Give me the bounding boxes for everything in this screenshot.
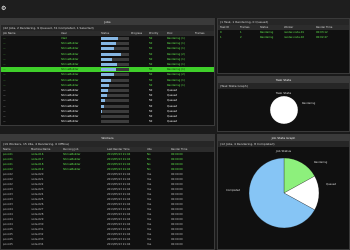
job-progress-bar [101,115,129,118]
task-row[interactable]: 1 2 Rendering render-node-02 00:02:47 [218,35,349,40]
tasks-table-body: 0 1 Rendering render-node-01 00:03:12 1 2 Rende… [218,30,349,73]
task-id: 1 [220,36,222,40]
job-user: ShrineBuilder [61,120,79,124]
worker-idle: Yes [147,243,152,246]
task-status: Rendering [260,36,274,40]
job-progress-bar [101,104,129,108]
job-state-panel: Job State Graph (12 Jobs, 4 Rendering, 8… [217,134,350,250]
job-progress-bar [101,47,129,51]
task-state-bar: (Task State Graph) [218,83,349,89]
job-progress-bar [101,78,129,82]
job-progress-bar [101,37,129,40]
job-name: ... [3,120,6,124]
worker-render-time: 00:00:00 [171,243,183,246]
job-progress-bar [101,73,129,77]
job-progress-bar [101,57,129,61]
job-progress-bar [101,89,129,92]
pie-label-rendering: Rendering [314,160,328,164]
task-state-pie: Rendering [269,95,316,125]
worker-row[interactable]: pool-05 node-034 2013/05/13 21:04 Yes 00:00:… [1,242,214,247]
gear-icon[interactable]: ⚙ [1,6,6,12]
job-progress-bar [101,94,129,98]
task-state-slice-rendering [269,95,299,125]
job-row[interactable]: ... ShrineBuilder 50 Queued [1,119,214,124]
job-progress-bar [101,99,129,103]
worker-last-render: 2013/05/13 21:04 [107,243,131,246]
pie-label-completed: Completed [226,188,241,192]
job-progress-bar [101,109,129,113]
workers-panel: Workers (19 Workers, 15 Idle, 4 Renderin… [0,134,215,250]
pie-label-queued: Queued [326,182,337,186]
jobs-panel: Jobs (42 Jobs, 2 Rendering, 9 Queued, 31… [0,18,215,126]
task-state-legend: Rendering [302,101,316,105]
jobs-table-body: ... Vlad 50 Rendering (1)... ShrineBuilder 50… [1,36,214,125]
top-toolbar: ⚙ [0,0,350,18]
job-progress-bar [101,52,129,56]
task-state-panel: Task State (Task State Graph) Task State… [217,76,350,132]
job-state-pie: Rendering Queued Completed [226,157,337,229]
worker-machine: node-034 [31,243,44,246]
job-priority: 50 [149,120,153,124]
job-progress-bar [101,63,129,66]
job-state-bar: (12 Jobs, 4 Rendering, 8 Completed) [218,141,349,147]
tasks-panel: (1 Task, 1 Rendering, 0 Queued) Task ID … [217,18,350,74]
job-progress-bar [101,83,129,87]
job-progress-bar [101,68,129,72]
task-frames: 2 [240,36,242,40]
job-progress-bar [101,42,129,46]
job-pool: Queued [167,120,178,124]
workers-table-body: pool-01 node-016 ShrineBuilder 2013/05/13 2… [1,152,214,249]
worker-name: pool-05 [3,243,13,246]
task-worker: render-node-02 [284,36,305,40]
job-progress-bar [101,120,129,124]
task-time: 00:02:47 [316,36,328,40]
